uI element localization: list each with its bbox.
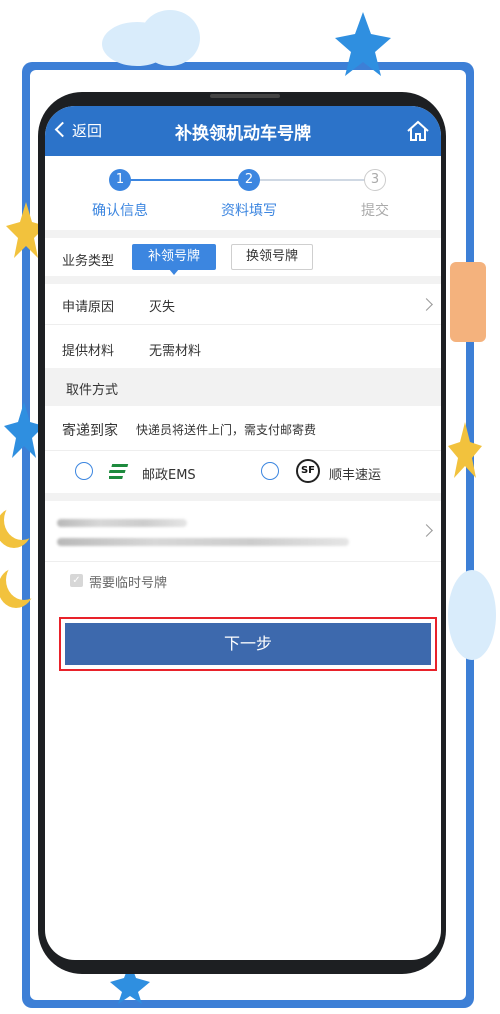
star-decoration-icon xyxy=(335,12,391,76)
reason-value: 灭失 xyxy=(149,300,176,315)
chevron-right-icon xyxy=(420,524,433,537)
sf-label: 顺丰速运 xyxy=(329,468,382,483)
temp-plate-label: 需要临时号牌 xyxy=(89,576,168,591)
star-decoration-icon xyxy=(448,422,482,478)
materials-row: 提供材料 无需材料 xyxy=(45,328,441,368)
next-button[interactable]: 下一步 xyxy=(65,623,431,665)
phone-speaker xyxy=(210,94,280,98)
materials-value: 无需材料 xyxy=(149,344,202,359)
pickup-section-header: 取件方式 xyxy=(45,368,441,406)
tab-pointer-icon xyxy=(169,269,179,275)
tab-replace-lost-plate[interactable]: 补领号牌 xyxy=(132,244,216,270)
divider xyxy=(45,230,441,238)
reason-label: 申请原因 xyxy=(62,300,115,315)
address-row[interactable] xyxy=(45,501,441,562)
step-2-circle: 2 xyxy=(238,169,260,191)
cloud-decoration xyxy=(448,570,496,660)
moon-decoration xyxy=(6,560,42,600)
ems-logo-icon xyxy=(109,464,129,479)
step-2-label: 资料填写 xyxy=(221,203,277,219)
moon-decoration xyxy=(4,500,40,540)
toy-block-decoration xyxy=(450,262,486,342)
tab-exchange-plate[interactable]: 换领号牌 xyxy=(231,244,313,270)
delivery-row: 寄递到家 快递员将送件上门，需支付邮寄费 xyxy=(45,406,441,451)
business-type-row: 业务类型 补领号牌 换领号牌 xyxy=(45,238,441,276)
temp-plate-checkbox[interactable]: ✓ xyxy=(70,574,83,587)
ems-label: 邮政EMS xyxy=(142,468,196,483)
next-button-highlight: 下一步 xyxy=(59,617,437,671)
phone-screen: 返回 补换领机动车号牌 1 2 3 确认信息 资料填写 提交 业务类型 补领号牌… xyxy=(45,106,441,960)
page-title: 补换领机动车号牌 xyxy=(175,124,311,144)
pickup-section-title: 取件方式 xyxy=(66,383,119,398)
cloud-decoration xyxy=(140,10,200,66)
blurred-address-line xyxy=(57,519,187,527)
nav-bar: 返回 补换领机动车号牌 xyxy=(45,106,441,156)
step-1-circle: 1 xyxy=(109,169,131,191)
divider xyxy=(45,493,441,501)
step-3-circle: 3 xyxy=(364,169,386,191)
home-icon[interactable] xyxy=(405,118,431,144)
step-1-label: 确认信息 xyxy=(92,203,148,219)
temp-plate-row: ✓ 需要临时号牌 xyxy=(45,562,441,598)
step-progress-line xyxy=(250,179,375,181)
step-3-label: 提交 xyxy=(361,203,389,219)
sf-radio[interactable] xyxy=(261,462,279,480)
reason-row[interactable]: 申请原因 灭失 xyxy=(45,284,441,325)
divider xyxy=(45,276,441,284)
sf-logo-icon: SF xyxy=(296,459,320,483)
step-progress-line xyxy=(120,179,250,181)
business-type-label: 业务类型 xyxy=(62,254,115,269)
blurred-address-line xyxy=(57,538,349,546)
courier-options-row: 邮政EMS SF 顺丰速运 xyxy=(45,451,441,493)
materials-label: 提供材料 xyxy=(62,344,115,359)
delivery-description: 快递员将送件上门，需支付邮寄费 xyxy=(136,423,317,437)
chevron-right-icon xyxy=(420,298,433,311)
delivery-label: 寄递到家 xyxy=(62,423,118,439)
ems-radio[interactable] xyxy=(75,462,93,480)
